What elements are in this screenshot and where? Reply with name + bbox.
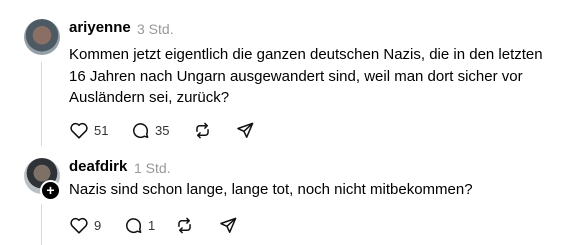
like-button[interactable]: 9: [69, 216, 101, 234]
post-text: Nazis sind schon lange, lange tot, noch …: [69, 181, 473, 198]
reply-count: 1: [148, 218, 156, 233]
repost-button[interactable]: [193, 121, 212, 140]
post-text: Kommen jetzt eigentlich die ganzen deuts…: [69, 46, 543, 106]
comment-icon: [126, 218, 142, 234]
heart-icon: [70, 122, 88, 139]
timestamp[interactable]: 3 Std.: [137, 21, 174, 37]
repost-icon: [178, 217, 191, 234]
username[interactable]: ariyenne: [69, 19, 131, 36]
share-button[interactable]: [236, 121, 255, 140]
like-count: 51: [94, 122, 109, 138]
comment-icon: [133, 123, 149, 139]
avatar[interactable]: [24, 19, 60, 55]
reply-button[interactable]: 35: [131, 121, 169, 140]
like-count: 9: [94, 217, 102, 233]
thread-line: [41, 204, 42, 245]
like-button[interactable]: 51: [69, 121, 108, 139]
repost-icon: [196, 122, 209, 139]
timestamp[interactable]: 1 Std.: [134, 160, 171, 176]
reply-count: 35: [155, 123, 170, 138]
repost-button[interactable]: [175, 216, 194, 235]
follow-plus-icon[interactable]: +: [40, 180, 61, 201]
send-icon: [220, 217, 237, 233]
thread-line: [41, 62, 42, 146]
reply-button[interactable]: 1: [124, 216, 155, 235]
username[interactable]: deafdirk: [69, 158, 127, 175]
heart-icon: [70, 217, 88, 234]
share-button[interactable]: [219, 216, 238, 235]
send-icon: [237, 122, 254, 138]
